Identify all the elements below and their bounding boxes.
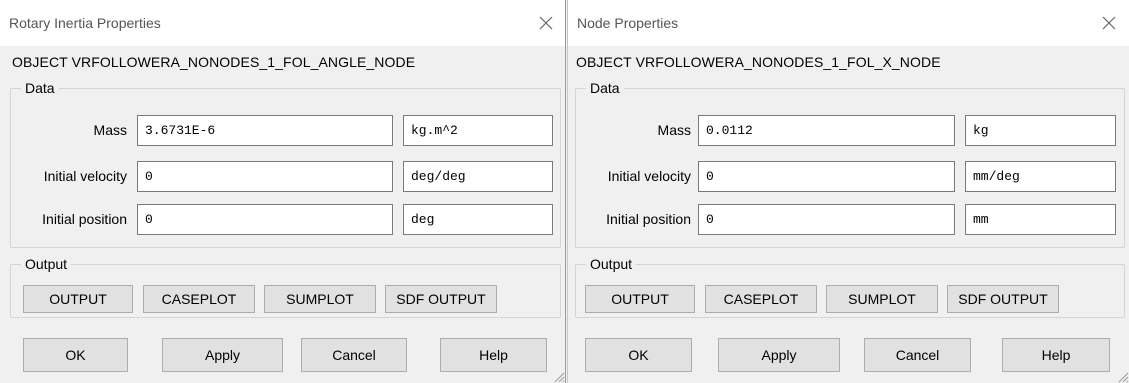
initial-position-unit-input[interactable]: deg xyxy=(403,204,553,235)
rotary-inertia-dialog: Rotary Inertia Properties OBJECT VRFOLLO… xyxy=(0,0,566,383)
resize-grip-icon[interactable] xyxy=(549,367,565,383)
close-icon xyxy=(539,16,553,30)
node-properties-dialog: Node Properties OBJECT VRFOLLOWERA_NONOD… xyxy=(567,0,1129,383)
mass-input[interactable]: 0.0112 xyxy=(698,115,955,146)
apply-button[interactable]: Apply xyxy=(718,338,840,372)
initial-velocity-label: Initial velocity xyxy=(607,168,691,184)
mass-label: Mass xyxy=(657,122,691,138)
sumplot-button[interactable]: SUMPLOT xyxy=(264,285,376,313)
initial-velocity-unit-input[interactable]: mm/deg xyxy=(965,161,1116,192)
output-group-label: Output xyxy=(25,256,68,272)
title-bar: Rotary Inertia Properties xyxy=(0,0,565,46)
close-button[interactable] xyxy=(531,8,561,38)
mass-unit-input[interactable]: kg xyxy=(965,115,1116,146)
initial-velocity-label: Initial velocity xyxy=(43,168,127,184)
output-button[interactable]: OUTPUT xyxy=(585,285,695,313)
initial-velocity-input[interactable]: 0 xyxy=(698,161,955,192)
initial-position-unit-input[interactable]: mm xyxy=(965,204,1116,235)
help-button[interactable]: Help xyxy=(440,338,547,372)
caseplot-button[interactable]: CASEPLOT xyxy=(143,285,255,313)
apply-button[interactable]: Apply xyxy=(162,338,283,372)
object-name: OBJECT VRFOLLOWERA_NONODES_1_FOL_ANGLE_N… xyxy=(12,54,416,70)
initial-velocity-unit-input[interactable]: deg/deg xyxy=(403,161,553,192)
dialog-title: Node Properties xyxy=(577,15,679,31)
sdf-output-button[interactable]: SDF OUTPUT xyxy=(385,285,497,313)
initial-position-input[interactable]: 0 xyxy=(698,204,955,235)
object-name: OBJECT VRFOLLOWERA_NONODES_1_FOL_X_NODE xyxy=(576,54,941,70)
initial-velocity-input[interactable]: 0 xyxy=(137,161,393,192)
help-button[interactable]: Help xyxy=(1002,338,1110,372)
title-bar: Node Properties xyxy=(568,0,1129,46)
sdf-output-button[interactable]: SDF OUTPUT xyxy=(947,285,1059,313)
ok-button[interactable]: OK xyxy=(585,338,692,372)
resize-grip-icon[interactable] xyxy=(1113,367,1129,383)
dialog-title: Rotary Inertia Properties xyxy=(9,15,161,31)
cancel-button[interactable]: Cancel xyxy=(864,338,971,372)
mass-unit-input[interactable]: kg.m^2 xyxy=(403,115,553,146)
cancel-button[interactable]: Cancel xyxy=(301,338,407,372)
caseplot-button[interactable]: CASEPLOT xyxy=(705,285,817,313)
data-group-label: Data xyxy=(25,80,55,96)
mass-input[interactable]: 3.6731E-6 xyxy=(137,115,393,146)
mass-label: Mass xyxy=(93,122,127,138)
ok-button[interactable]: OK xyxy=(23,338,128,372)
initial-position-input[interactable]: 0 xyxy=(137,204,393,235)
initial-position-label: Initial position xyxy=(42,211,127,227)
close-icon xyxy=(1102,16,1116,30)
data-group-label: Data xyxy=(590,80,620,96)
close-button[interactable] xyxy=(1094,8,1124,38)
sumplot-button[interactable]: SUMPLOT xyxy=(826,285,938,313)
initial-position-label: Initial position xyxy=(606,211,691,227)
output-button[interactable]: OUTPUT xyxy=(23,285,133,313)
output-group-label: Output xyxy=(590,256,633,272)
